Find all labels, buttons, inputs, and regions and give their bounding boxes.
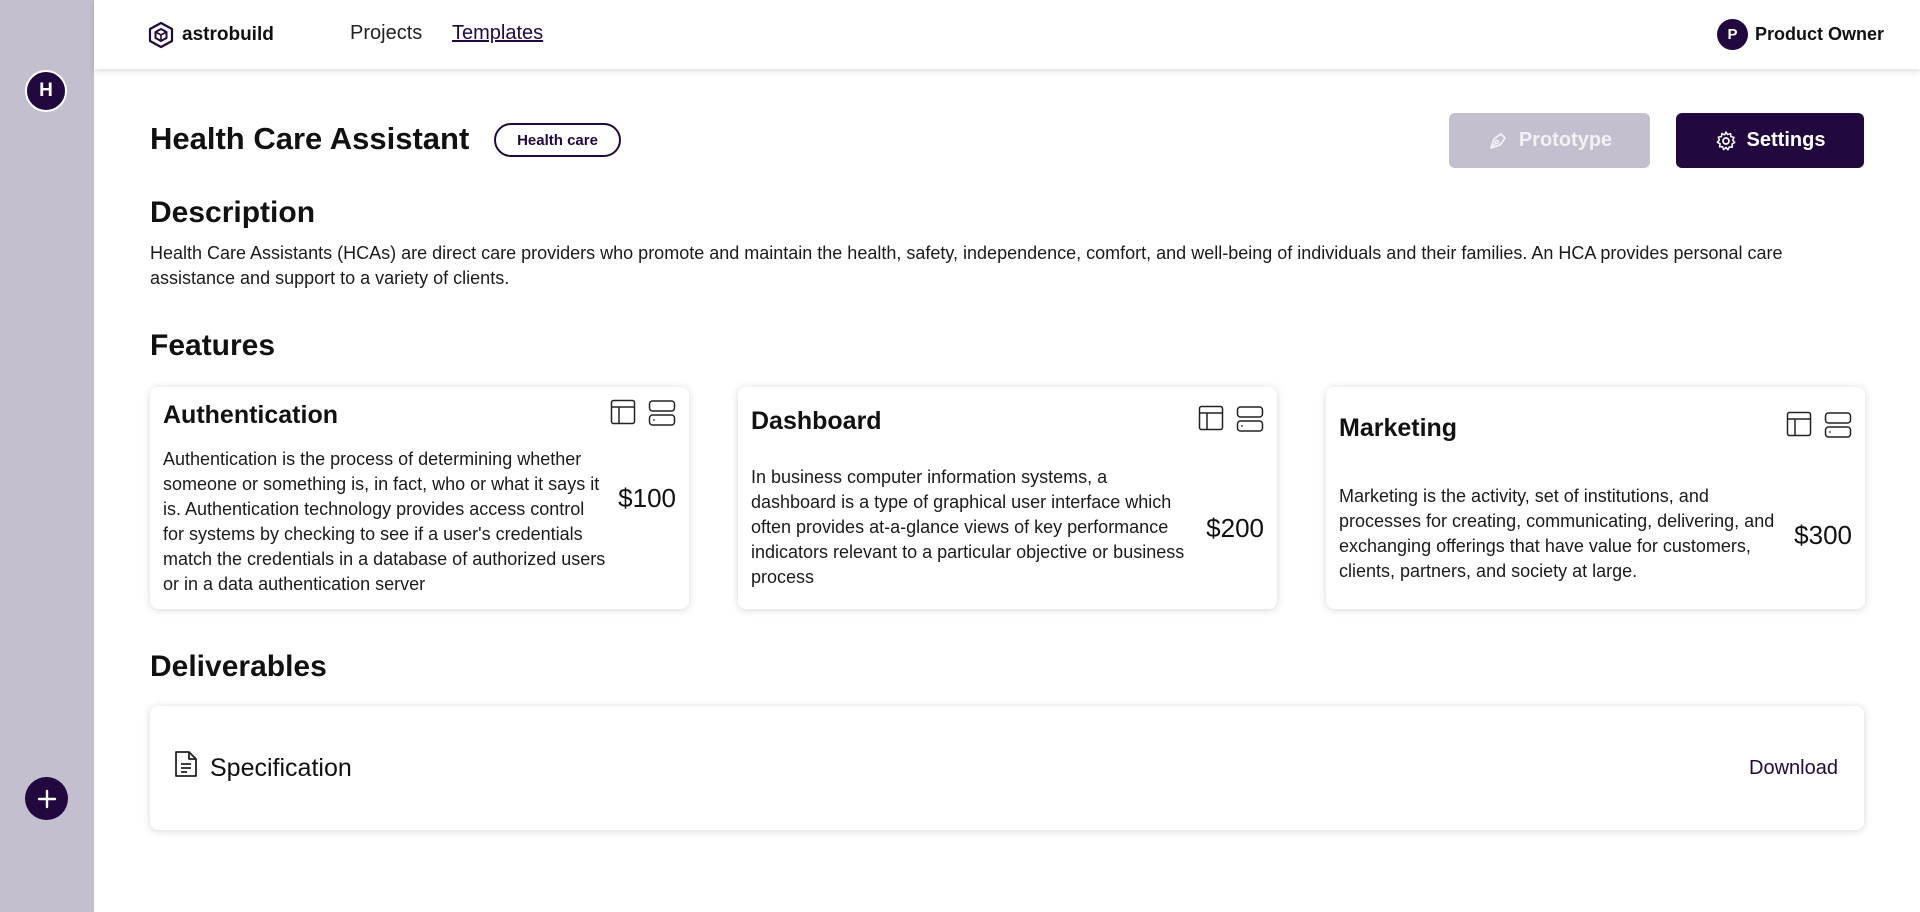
server-icon[interactable] xyxy=(648,399,676,427)
feature-icons xyxy=(1786,411,1852,439)
logo-text: astrobuild xyxy=(182,24,274,45)
feature-icons xyxy=(610,399,676,427)
feature-price: $300 xyxy=(1794,520,1852,550)
layout-icon[interactable] xyxy=(1198,405,1224,433)
settings-button[interactable]: Settings xyxy=(1676,113,1864,168)
page-title: Health Care Assistant xyxy=(150,121,470,156)
feature-title: Authentication xyxy=(163,401,338,429)
download-link[interactable]: Download xyxy=(1749,757,1838,780)
features-heading: Features xyxy=(150,329,276,362)
plus-icon xyxy=(37,789,56,808)
feature-description: Authentication is the process of determi… xyxy=(163,449,606,594)
server-icon[interactable] xyxy=(1824,411,1852,439)
feature-description: In business computer information systems… xyxy=(751,467,1185,587)
category-tag: Health care xyxy=(494,123,621,157)
nav-projects[interactable]: Projects xyxy=(350,22,422,45)
deliverables-heading: Deliverables xyxy=(150,650,327,683)
layout-icon[interactable] xyxy=(610,399,636,427)
user-name: Product Owner xyxy=(1754,24,1884,44)
description-heading: Description xyxy=(150,196,316,229)
feature-title: Dashboard xyxy=(751,407,882,435)
prototype-label: Prototype xyxy=(1518,129,1613,151)
feature-description: Marketing is the activity, set of instit… xyxy=(1339,486,1775,581)
layout-icon[interactable] xyxy=(1786,411,1812,439)
deliverable-row: Specification Download xyxy=(150,706,1864,830)
feature-icons xyxy=(1198,405,1264,433)
deliverable-name: Specification xyxy=(210,754,352,782)
document-icon xyxy=(175,751,197,777)
nav-templates[interactable]: Templates xyxy=(452,22,543,45)
add-workspace-button[interactable] xyxy=(25,777,68,820)
feature-price: $200 xyxy=(1206,513,1264,543)
prototype-button[interactable]: Prototype xyxy=(1449,113,1650,168)
feature-card[interactable]: Dashboard In business computer informati… xyxy=(738,387,1277,609)
logo[interactable]: astrobuild xyxy=(148,21,274,49)
pen-tool-icon xyxy=(1489,132,1506,149)
feature-title: Marketing xyxy=(1339,414,1458,442)
sidebar: H xyxy=(0,0,94,912)
feature-price: $100 xyxy=(618,483,676,513)
settings-label: Settings xyxy=(1746,129,1826,151)
feature-card[interactable]: Marketing Marketing is the activity, set… xyxy=(1326,387,1865,609)
user-avatar: P xyxy=(1716,19,1748,50)
top-navbar: astrobuild Projects Templates P Product … xyxy=(94,0,1920,69)
description-text: Health Care Assistants (HCAs) are direct… xyxy=(150,243,1783,288)
gear-icon xyxy=(1716,130,1736,151)
server-icon[interactable] xyxy=(1236,405,1264,433)
workspace-avatar[interactable]: H xyxy=(25,70,67,112)
user-menu[interactable]: P Product Owner xyxy=(1716,19,1884,50)
feature-card[interactable]: Authentication Authentication is the pro… xyxy=(150,387,689,609)
hexagon-logo-icon xyxy=(148,21,174,49)
